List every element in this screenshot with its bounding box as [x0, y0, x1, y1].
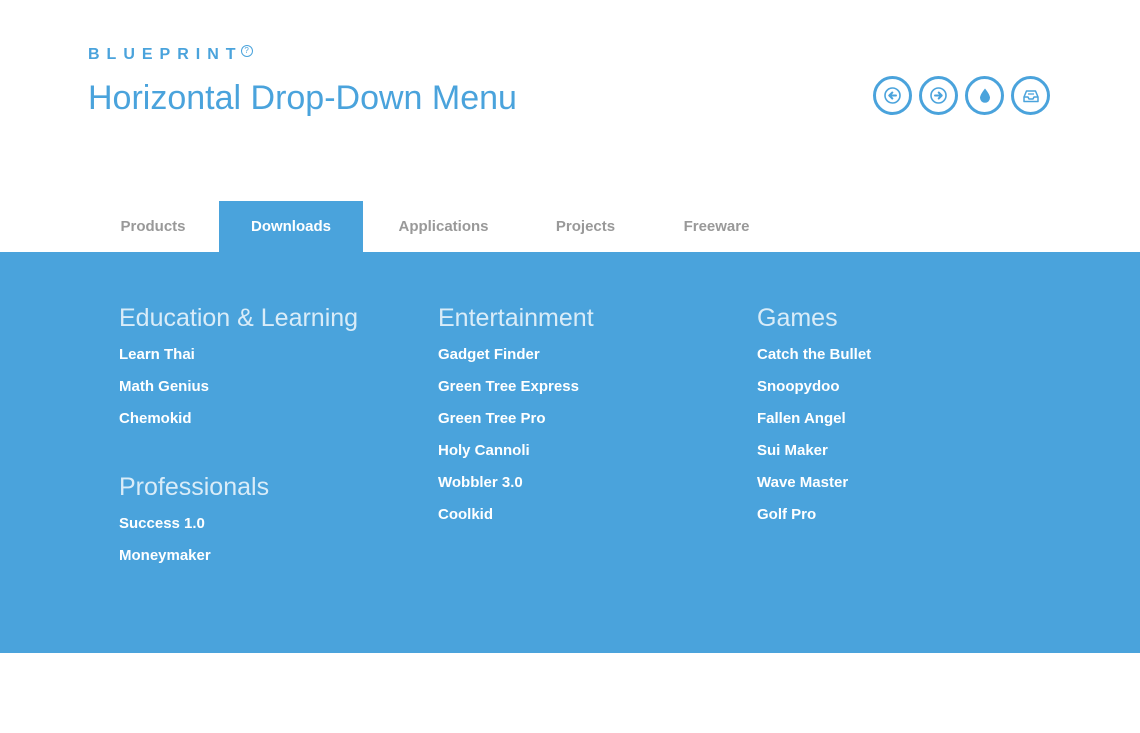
help-icon[interactable]: ?	[240, 45, 253, 57]
menu-link[interactable]: Success 1.0	[119, 515, 358, 533]
tab-products[interactable]: Products	[87, 201, 219, 252]
menu-link[interactable]: Catch the Bullet	[757, 346, 871, 364]
tab-downloads[interactable]: Downloads	[219, 201, 363, 252]
menu-link[interactable]: Coolkid	[438, 506, 594, 524]
menu-link[interactable]: Fallen Angel	[757, 410, 871, 428]
group-title: Games	[757, 304, 838, 332]
previous-button[interactable]	[873, 76, 912, 115]
menu-link[interactable]: Math Genius	[119, 378, 358, 396]
menu-group-games: Games Catch the Bullet Snoopydoo Fallen …	[757, 303, 871, 524]
menu-link[interactable]: Gadget Finder	[438, 346, 594, 364]
page-title: Horizontal Drop-Down Menu	[88, 79, 517, 117]
dropdown-column: Entertainment Gadget Finder Green Tree E…	[438, 303, 594, 538]
arrow-right-icon	[930, 87, 947, 104]
menu-group-education: Education & Learning Learn Thai Math Gen…	[119, 303, 358, 428]
inbox-icon	[1022, 89, 1039, 102]
tab-projects[interactable]: Projects	[524, 201, 647, 252]
brand-logo[interactable]: BLUEPRINT ?	[88, 44, 517, 66]
header-icon-buttons	[873, 76, 1050, 115]
page-header: BLUEPRINT ? Horizontal Drop-Down Menu	[88, 44, 517, 118]
menu-group-entertainment: Entertainment Gadget Finder Green Tree E…	[438, 303, 594, 524]
main-nav: Products Downloads Applications Projects…	[87, 201, 786, 252]
menu-link[interactable]: Green Tree Pro	[438, 410, 594, 428]
tab-freeware[interactable]: Freeware	[647, 201, 786, 252]
arrow-left-icon	[884, 87, 901, 104]
inbox-button[interactable]	[1011, 76, 1050, 115]
menu-group-professionals: Professionals Success 1.0 Moneymaker	[119, 472, 358, 565]
tab-applications[interactable]: Applications	[363, 201, 524, 252]
downloads-dropdown-panel: Education & Learning Learn Thai Math Gen…	[0, 252, 1140, 653]
next-button[interactable]	[919, 76, 958, 115]
menu-link[interactable]: Wobbler 3.0	[438, 474, 594, 492]
dropdown-column: Education & Learning Learn Thai Math Gen…	[119, 303, 358, 579]
group-title: Professionals	[119, 473, 270, 501]
menu-link[interactable]: Green Tree Express	[438, 378, 594, 396]
dropdown-column: Games Catch the Bullet Snoopydoo Fallen …	[757, 303, 871, 538]
brand-name: BLUEPRINT	[88, 46, 243, 63]
menu-link[interactable]: Chemokid	[119, 410, 358, 428]
group-title: Entertainment	[438, 304, 594, 332]
menu-link[interactable]: Snoopydoo	[757, 378, 871, 396]
group-title: Education & Learning	[119, 304, 359, 332]
drop-icon	[979, 88, 990, 103]
menu-link[interactable]: Sui Maker	[757, 442, 871, 460]
menu-link[interactable]: Wave Master	[757, 474, 871, 492]
menu-link[interactable]: Learn Thai	[119, 346, 358, 364]
menu-link[interactable]: Golf Pro	[757, 506, 871, 524]
theme-button[interactable]	[965, 76, 1004, 115]
menu-link[interactable]: Holy Cannoli	[438, 442, 594, 460]
menu-link[interactable]: Moneymaker	[119, 547, 358, 565]
